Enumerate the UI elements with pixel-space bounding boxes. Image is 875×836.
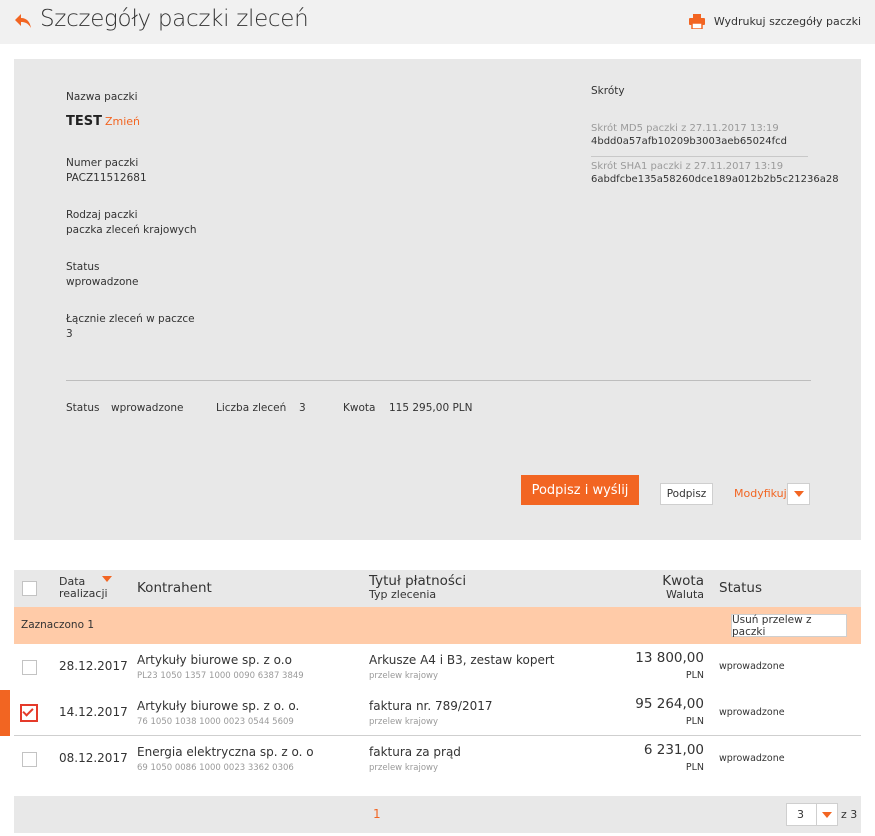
row-amount: 6 231,00	[643, 742, 704, 758]
column-title-label: Tytuł płatności	[369, 573, 467, 589]
md5-hash-label: Skrót MD5 paczki z 27.11.2017 13:19	[591, 123, 779, 134]
checkmark-icon	[22, 705, 34, 717]
summary-status-value: wprowadzone	[111, 402, 184, 414]
selected-count: Zaznaczono 1	[21, 619, 95, 631]
column-date[interactable]: Data realizacji	[59, 576, 108, 600]
modify-dropdown-button[interactable]	[787, 483, 810, 505]
row-amount: 13 800,00	[635, 650, 704, 666]
row-title: faktura nr. 789/2017	[369, 699, 493, 713]
column-contractor[interactable]: Kontrahent	[137, 580, 212, 596]
sign-and-send-button[interactable]: Podpisz i wyślij	[521, 475, 639, 505]
column-amount-label: Kwota	[662, 573, 704, 589]
page-select-value: 3	[797, 808, 804, 821]
column-type-label: Typ zlecenia	[369, 588, 437, 601]
sha1-hash-label: Skrót SHA1 paczki z 27.11.2017 13:19	[591, 161, 784, 172]
row-checkbox[interactable]	[22, 752, 37, 767]
page-select[interactable]: 3	[786, 803, 838, 826]
total-orders-value: 3	[66, 328, 73, 340]
row-account: PL23 1050 1357 1000 0090 6387 3849	[137, 671, 304, 681]
chevron-down-icon	[793, 491, 804, 497]
page-link-current[interactable]: 1	[373, 807, 381, 821]
package-number-label: Numer paczki	[66, 157, 139, 169]
row-title: faktura za prąd	[369, 745, 461, 759]
row-date: 28.12.2017	[59, 659, 128, 673]
table-row[interactable]: 08.12.2017 Energia elektryczna sp. z o. …	[14, 736, 861, 782]
total-orders-label: Łącznie zleceń w paczce	[66, 313, 195, 325]
summary-status-label: Status	[66, 402, 100, 414]
pagination-bar: 1 3 z 3	[14, 796, 861, 833]
page-title: Szczegóły paczki zleceń	[40, 6, 309, 32]
row-account: 76 1050 1038 1000 0023 0544 5609	[137, 717, 294, 727]
row-checkbox[interactable]	[20, 704, 38, 722]
package-type-label: Rodzaj paczki	[66, 209, 138, 221]
print-details-link[interactable]: Wydrukuj szczegóły paczki	[688, 14, 861, 29]
row-account: 69 1050 0086 1000 0023 3362 0306	[137, 763, 294, 773]
row-type: przelew krajowy	[369, 717, 438, 727]
row-status: wprowadzone	[719, 661, 785, 672]
package-status-value: wprowadzone	[66, 276, 139, 288]
page-header: Szczegóły paczki zleceń Wydrukuj szczegó…	[0, 0, 875, 44]
package-name-label: Nazwa paczki	[66, 91, 138, 103]
sort-desc-icon[interactable]	[102, 576, 112, 582]
column-title[interactable]: Tytuł płatności Typ zlecenia	[369, 574, 466, 601]
modify-link[interactable]: Modyfikuj	[734, 487, 787, 500]
hashes-label: Skróty	[591, 85, 625, 97]
summary-count-label: Liczba zleceń	[216, 402, 287, 414]
print-details-label: Wydrukuj szczegóły paczki	[713, 15, 861, 28]
page-select-toggle[interactable]	[816, 804, 837, 825]
row-amount: 95 264,00	[635, 696, 704, 712]
table-row[interactable]: 14.12.2017 Artykuły biurowe sp. z o. o. …	[0, 690, 861, 736]
panel-divider	[66, 380, 811, 381]
row-status: wprowadzone	[719, 707, 785, 718]
sign-button[interactable]: Podpisz	[660, 483, 713, 505]
row-contractor: Artykuły biurowe sp. z o.o	[137, 653, 292, 667]
select-all-checkbox[interactable]	[22, 581, 37, 596]
row-date: 14.12.2017	[59, 705, 128, 719]
row-checkbox[interactable]	[22, 660, 37, 675]
printer-icon	[688, 14, 705, 29]
column-amount[interactable]: Kwota Waluta	[662, 574, 704, 601]
row-currency: PLN	[685, 762, 704, 773]
row-type: przelew krajowy	[369, 763, 438, 773]
selection-bar: Zaznaczono 1 Usuń przelew z paczki	[14, 607, 861, 644]
change-name-link[interactable]: Zmień	[105, 115, 140, 128]
md5-hash-value: 4bdd0a57afb10209b3003aeb65024fcd	[591, 136, 788, 147]
remove-transfer-button[interactable]: Usuń przelew z paczki	[731, 614, 847, 638]
selected-row-marker	[0, 690, 10, 736]
column-status[interactable]: Status	[719, 580, 762, 596]
row-status: wprowadzone	[719, 753, 785, 764]
summary-amount-value: 115 295,00 PLN	[389, 402, 473, 414]
sha1-hash: Skrót SHA1 paczki z 27.11.2017 13:19 6ab…	[591, 161, 839, 185]
row-title: Arkusze A4 i B3, zestaw kopert	[369, 653, 555, 667]
row-contractor: Artykuły biurowe sp. z o. o.	[137, 699, 300, 713]
package-number-value: PACZ11512681	[66, 172, 147, 184]
sha1-hash-value: 6abdfcbe135a58260dce189a012b2b5c21236a28	[591, 174, 839, 185]
table-row[interactable]: 28.12.2017 Artykuły biurowe sp. z o.o PL…	[14, 644, 861, 690]
package-details-panel: Nazwa paczki TEST Zmień Numer paczki PAC…	[14, 59, 861, 540]
package-status-label: Status	[66, 261, 100, 273]
page-total: z 3	[841, 808, 858, 821]
row-currency: PLN	[685, 716, 704, 727]
row-contractor: Energia elektryczna sp. z o. o	[137, 745, 314, 759]
row-type: przelew krajowy	[369, 671, 438, 681]
md5-hash: Skrót MD5 paczki z 27.11.2017 13:19 4bdd…	[591, 123, 808, 147]
row-date: 08.12.2017	[59, 751, 128, 765]
package-type-value: paczka zleceń krajowych	[66, 224, 197, 236]
column-date-line2: realizacji	[59, 587, 108, 600]
back-arrow-icon[interactable]	[14, 13, 32, 29]
chevron-down-icon	[822, 811, 832, 818]
summary-count-value: 3	[299, 402, 306, 414]
package-name-text: TEST	[66, 114, 102, 129]
summary-amount-label: Kwota	[343, 402, 376, 414]
column-currency-label: Waluta	[666, 588, 704, 601]
row-currency: PLN	[685, 670, 704, 681]
package-name-value: TEST Zmień	[66, 114, 140, 129]
hash-divider	[591, 156, 808, 157]
table-header: Data realizacji Kontrahent Tytuł płatnoś…	[14, 570, 861, 607]
